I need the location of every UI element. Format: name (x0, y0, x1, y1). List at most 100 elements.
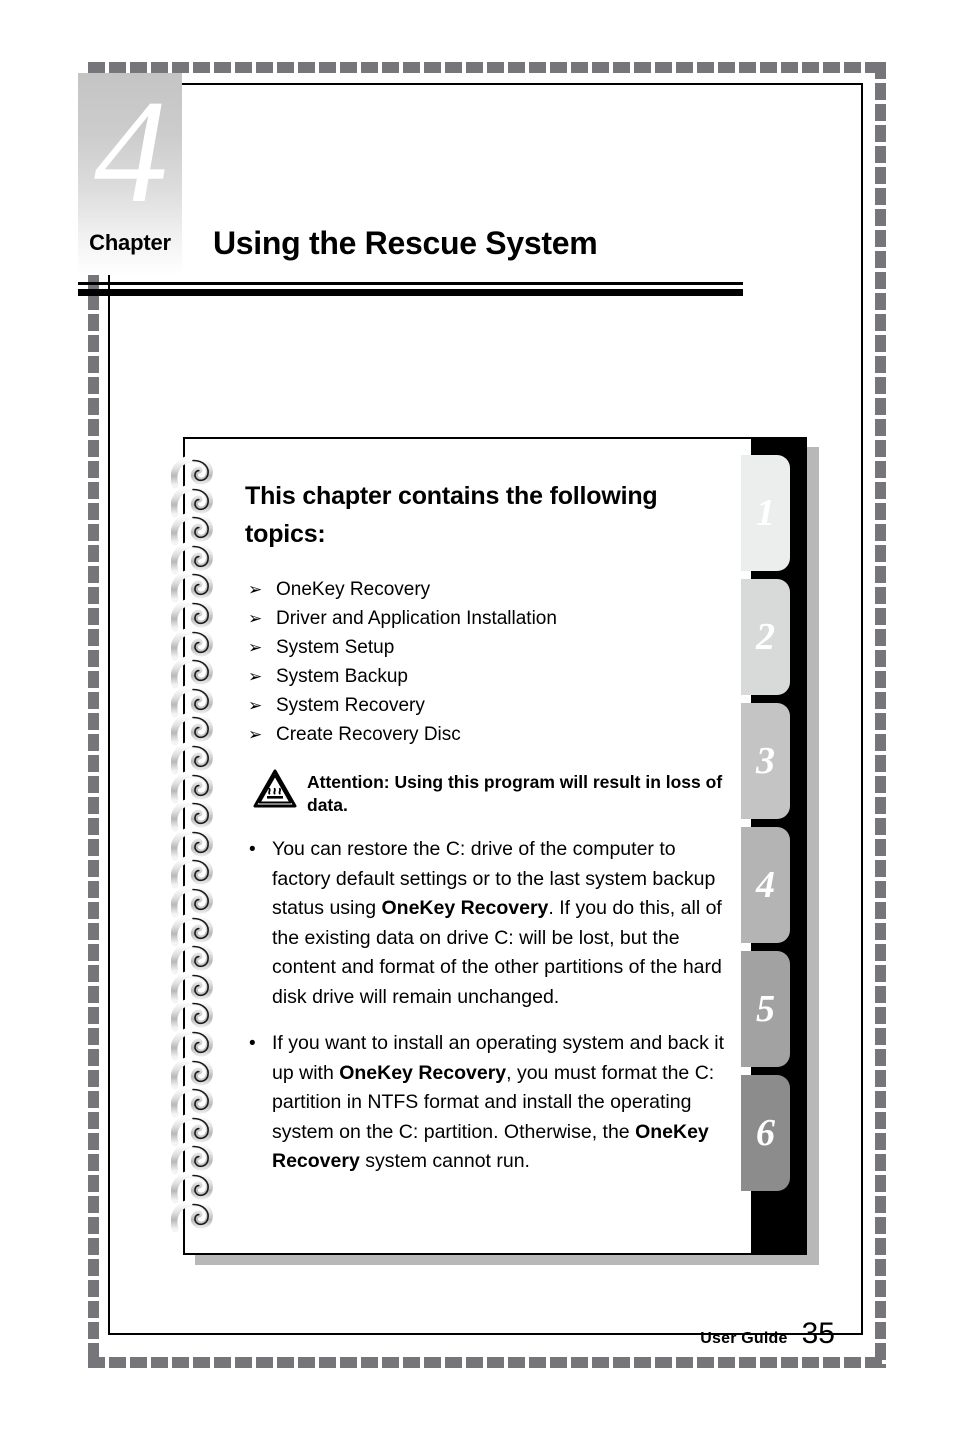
chapter-tab-strip: 1 2 3 4 5 6 (741, 439, 797, 1253)
frame-dash (875, 818, 886, 835)
topic-label: Create Recovery Disc (276, 724, 461, 745)
frame-dash (875, 692, 886, 709)
frame-dash (697, 1357, 714, 1368)
frame-dash (445, 1357, 462, 1368)
frame-dash (88, 776, 99, 793)
frame-dash (88, 1154, 99, 1171)
frame-dash (466, 62, 483, 73)
frame-dash (235, 62, 252, 73)
chapter-tab-label: 3 (756, 740, 775, 782)
chapter-tab-2[interactable]: 2 (741, 579, 790, 695)
frame-dash (214, 1357, 231, 1368)
chapter-tab-5[interactable]: 5 (741, 951, 790, 1067)
frame-dash (151, 1357, 168, 1368)
frame-dash (508, 62, 525, 73)
frame-dash (508, 1357, 525, 1368)
frame-dash (88, 818, 99, 835)
frame-dash (697, 62, 714, 73)
frame-dash (424, 62, 441, 73)
frame-dash (875, 146, 886, 163)
frame-dash (361, 62, 378, 73)
chapter-tab-4[interactable]: 4 (741, 827, 790, 943)
title-rule-thin (78, 282, 743, 285)
frame-dash (88, 1259, 99, 1276)
frame-dash (88, 524, 99, 541)
frame-dash (88, 608, 99, 625)
topic-list-item: ➢ System Backup (245, 662, 737, 691)
frame-dash (875, 986, 886, 1003)
frame-dash (172, 62, 189, 73)
frame-dash (875, 755, 886, 772)
frame-dash (875, 188, 886, 205)
frame-dash (802, 1357, 819, 1368)
frame-dash (875, 419, 886, 436)
frame-dash (875, 293, 886, 310)
frame-dash (88, 944, 99, 961)
frame-dash (875, 482, 886, 499)
note-emphasis: OneKey Recovery (339, 1061, 507, 1084)
frame-dash (88, 314, 99, 331)
chapter-tab-1[interactable]: 1 (741, 455, 790, 571)
frame-dash (634, 62, 651, 73)
spiral-coil (170, 1199, 217, 1233)
frame-dash (88, 1091, 99, 1108)
frame-dash (88, 1280, 99, 1297)
frame-dash (875, 671, 886, 688)
topic-label: System Recovery (276, 695, 425, 716)
frame-dash (875, 923, 886, 940)
frame-dash (739, 62, 756, 73)
frame-dash (875, 1007, 886, 1024)
frame-dash (88, 587, 99, 604)
chapter-tab-label: 5 (756, 988, 775, 1030)
frame-dash (875, 335, 886, 352)
frame-dash (875, 713, 886, 730)
frame-dash (875, 377, 886, 394)
frame-dash (844, 1357, 861, 1368)
frame-dash (634, 1357, 651, 1368)
frame-dash (875, 1133, 886, 1150)
frame-dash (739, 1357, 756, 1368)
frame-dash (875, 608, 886, 625)
frame-dash (88, 482, 99, 499)
frame-dash (875, 965, 886, 982)
frame-dash (781, 62, 798, 73)
frame-dash (875, 902, 886, 919)
frame-dash (88, 965, 99, 982)
frame-dash (88, 692, 99, 709)
frame-dash (718, 1357, 735, 1368)
frame-dash (88, 713, 99, 730)
frame-dash (875, 650, 886, 667)
frame-dash (88, 440, 99, 457)
frame-dash (88, 419, 99, 436)
arrow-bullet-icon: ➢ (248, 696, 263, 715)
frame-dash (88, 1196, 99, 1213)
attention-text: Attention: Using this program will resul… (307, 772, 723, 815)
frame-dash (676, 1357, 693, 1368)
frame-dash (875, 734, 886, 751)
frame-dash (340, 1357, 357, 1368)
frame-dash (88, 860, 99, 877)
frame-dash (875, 944, 886, 961)
frame-dash (875, 251, 886, 268)
topic-list-item: ➢ OneKey Recovery (245, 575, 737, 604)
chapter-tab-6[interactable]: 6 (741, 1075, 790, 1191)
frame-dash (88, 377, 99, 394)
frame-dash (424, 1357, 441, 1368)
frame-dash (382, 62, 399, 73)
topic-list: ➢ OneKey Recovery ➢ Driver and Application … (245, 575, 737, 749)
frame-dash (88, 1112, 99, 1129)
chapter-tab-3[interactable]: 3 (741, 703, 790, 819)
arrow-bullet-icon: ➢ (248, 725, 263, 744)
page-title: Using the Rescue System (213, 225, 598, 261)
frame-dash (875, 587, 886, 604)
frame-dash (88, 755, 99, 772)
note-run: system cannot run. (359, 1150, 530, 1172)
frame-dash (298, 62, 315, 73)
frame-dash (875, 1154, 886, 1171)
page-footer: User Guide 35 (700, 1317, 835, 1351)
frame-dash (875, 860, 886, 877)
card-heading: This chapter contains the following topi… (245, 482, 658, 548)
frame-dash (550, 62, 567, 73)
chapter-badge: 4 Chapter (78, 73, 182, 275)
frame-dash (319, 1357, 336, 1368)
